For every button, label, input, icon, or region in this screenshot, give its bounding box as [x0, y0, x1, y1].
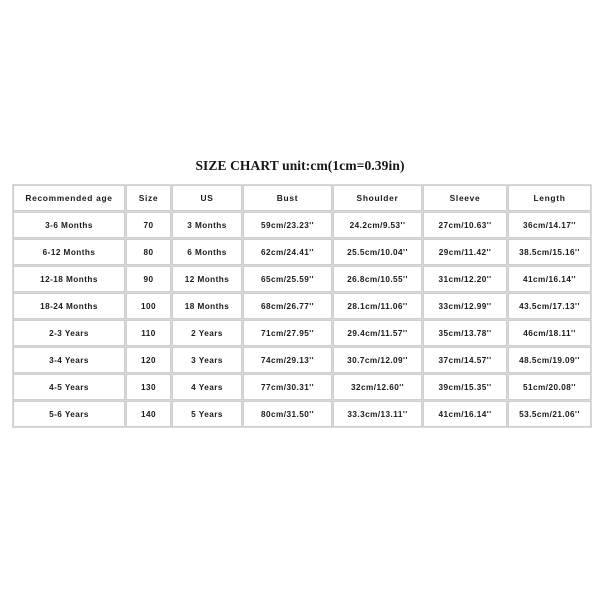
cell-bust: 59cm/23.23'': [243, 212, 332, 238]
cell-us: 12 Months: [172, 266, 242, 292]
cell-recommended-age: 3-4 Years: [13, 347, 125, 373]
cell-sleeve: 41cm/16.14'': [423, 401, 507, 427]
cell-recommended-age: 5-6 Years: [13, 401, 125, 427]
cell-shoulder: 33.3cm/13.11'': [333, 401, 422, 427]
cell-shoulder: 26.8cm/10.55'': [333, 266, 422, 292]
table-body: 3-6 Months 70 3 Months 59cm/23.23'' 24.2cm/9…: [13, 212, 591, 427]
cell-size: 100: [126, 293, 171, 319]
cell-shoulder: 30.7cm/12.09'': [333, 347, 422, 373]
cell-size: 130: [126, 374, 171, 400]
column-header-bust: Bust: [243, 185, 332, 211]
cell-us: 6 Months: [172, 239, 242, 265]
cell-us: 18 Months: [172, 293, 242, 319]
column-header-length: Length: [508, 185, 591, 211]
cell-bust: 74cm/29.13'': [243, 347, 332, 373]
table-row: 6-12 Months 80 6 Months 62cm/24.41'' 25.5cm/…: [13, 239, 591, 265]
cell-sleeve: 37cm/14.57'': [423, 347, 507, 373]
cell-shoulder: 29.4cm/11.57'': [333, 320, 422, 346]
cell-sleeve: 33cm/12.99'': [423, 293, 507, 319]
cell-shoulder: 28.1cm/11.06'': [333, 293, 422, 319]
table-row: 5-6 Years 140 5 Years 80cm/31.50'' 33.3cm/13…: [13, 401, 591, 427]
cell-recommended-age: 18-24 Months: [13, 293, 125, 319]
cell-shoulder: 25.5cm/10.04'': [333, 239, 422, 265]
table-row: 18-24 Months 100 18 Months 68cm/26.77'' 28.1…: [13, 293, 591, 319]
cell-size: 90: [126, 266, 171, 292]
cell-sleeve: 31cm/12.20'': [423, 266, 507, 292]
column-header-shoulder: Shoulder: [333, 185, 422, 211]
cell-us: 4 Years: [172, 374, 242, 400]
cell-size: 110: [126, 320, 171, 346]
cell-us: 5 Years: [172, 401, 242, 427]
cell-bust: 71cm/27.95'': [243, 320, 332, 346]
cell-recommended-age: 2-3 Years: [13, 320, 125, 346]
cell-bust: 65cm/25.59'': [243, 266, 332, 292]
cell-bust: 62cm/24.41'': [243, 239, 332, 265]
cell-size: 120: [126, 347, 171, 373]
cell-size: 80: [126, 239, 171, 265]
cell-size: 70: [126, 212, 171, 238]
column-header-recommended-age: Recommended age: [13, 185, 125, 211]
column-header-size: Size: [126, 185, 171, 211]
page-title: SIZE CHART unit:cm(1cm=0.39in): [195, 158, 405, 173]
cell-shoulder: 32cm/12.60'': [333, 374, 422, 400]
cell-length: 53.5cm/21.06'': [508, 401, 591, 427]
cell-recommended-age: 4-5 Years: [13, 374, 125, 400]
cell-sleeve: 39cm/15.35'': [423, 374, 507, 400]
table-row: 2-3 Years 110 2 Years 71cm/27.95'' 29.4cm/11…: [13, 320, 591, 346]
cell-recommended-age: 12-18 Months: [13, 266, 125, 292]
table-row: 3-6 Months 70 3 Months 59cm/23.23'' 24.2cm/9…: [13, 212, 591, 238]
cell-sleeve: 35cm/13.78'': [423, 320, 507, 346]
cell-shoulder: 24.2cm/9.53'': [333, 212, 422, 238]
table-header: Recommended age Size US Bust Shoulder Sleeve L…: [13, 185, 591, 211]
size-chart-page: SIZE CHART unit:cm(1cm=0.39in) Recommend…: [0, 0, 600, 600]
cell-length: 36cm/14.17'': [508, 212, 591, 238]
column-header-sleeve: Sleeve: [423, 185, 507, 211]
cell-size: 140: [126, 401, 171, 427]
cell-length: 41cm/16.14'': [508, 266, 591, 292]
cell-length: 46cm/18.11'': [508, 320, 591, 346]
table-row: 3-4 Years 120 3 Years 74cm/29.13'' 30.7cm/12…: [13, 347, 591, 373]
cell-bust: 77cm/30.31'': [243, 374, 332, 400]
cell-length: 48.5cm/19.09'': [508, 347, 591, 373]
cell-length: 51cm/20.08'': [508, 374, 591, 400]
table-row: 4-5 Years 130 4 Years 77cm/30.31'' 32cm/12.6…: [13, 374, 591, 400]
table-row: 12-18 Months 90 12 Months 65cm/25.59'' 26.8c…: [13, 266, 591, 292]
size-chart-table: Recommended age Size US Bust Shoulder Sleeve L…: [12, 184, 592, 428]
table-header-row: Recommended age Size US Bust Shoulder Sleeve L…: [13, 185, 591, 211]
cell-recommended-age: 3-6 Months: [13, 212, 125, 238]
cell-bust: 68cm/26.77'': [243, 293, 332, 319]
cell-sleeve: 29cm/11.42'': [423, 239, 507, 265]
cell-us: 3 Months: [172, 212, 242, 238]
cell-length: 38.5cm/15.16'': [508, 239, 591, 265]
cell-sleeve: 27cm/10.63'': [423, 212, 507, 238]
column-header-us: US: [172, 185, 242, 211]
cell-recommended-age: 6-12 Months: [13, 239, 125, 265]
cell-us: 2 Years: [172, 320, 242, 346]
cell-bust: 80cm/31.50'': [243, 401, 332, 427]
cell-us: 3 Years: [172, 347, 242, 373]
cell-length: 43.5cm/17.13'': [508, 293, 591, 319]
